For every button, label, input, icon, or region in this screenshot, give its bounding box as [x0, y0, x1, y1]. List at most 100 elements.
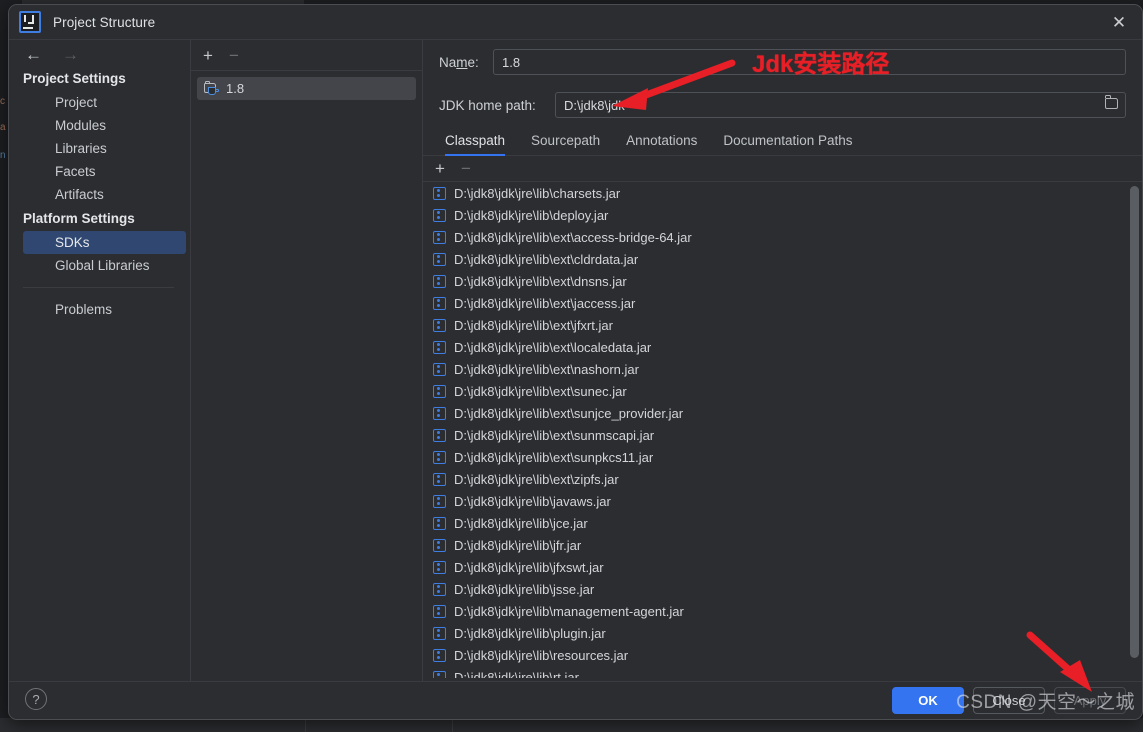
classpath-row[interactable]: D:\jdk8\jdk\jre\lib\ext\sunpkcs11.jar	[423, 446, 1142, 468]
jar-icon	[433, 472, 446, 486]
classpath-row-label: D:\jdk8\jdk\jre\lib\ext\access-bridge-64…	[454, 229, 692, 245]
screen: c a n Project Structure ✕ ← → Project Se…	[0, 0, 1143, 732]
sdk-detail-panel: Name: 1.8 JDK home path: D:\jdk8\jdk Cla…	[423, 40, 1142, 681]
jar-icon	[433, 582, 446, 596]
classpath-row[interactable]: D:\jdk8\jdk\jre\lib\resources.jar	[423, 644, 1142, 666]
classpath-row[interactable]: D:\jdk8\jdk\jre\lib\ext\jaccess.jar	[423, 292, 1142, 314]
classpath-row[interactable]: D:\jdk8\jdk\jre\lib\ext\sunec.jar	[423, 380, 1142, 402]
jar-icon	[433, 296, 446, 310]
project-structure-dialog: Project Structure ✕ ← → Project Settings…	[8, 4, 1143, 720]
classpath-row-label: D:\jdk8\jdk\jre\lib\ext\zipfs.jar	[454, 471, 619, 487]
close-icon[interactable]: ✕	[1096, 5, 1142, 40]
watermark: CSDN @天空～之城	[956, 692, 1135, 713]
sidebar-item-facets[interactable]: Facets	[9, 160, 190, 183]
classpath-row[interactable]: D:\jdk8\jdk\jre\lib\rt.jar	[423, 666, 1142, 678]
classpath-row-label: D:\jdk8\jdk\jre\lib\ext\jfxrt.jar	[454, 317, 613, 333]
classpath-row[interactable]: D:\jdk8\jdk\jre\lib\management-agent.jar	[423, 600, 1142, 622]
jdk-home-path-label: JDK home path:	[439, 97, 536, 113]
sdk-list-item-1.8[interactable]: 1.8	[197, 77, 416, 100]
classpath-row[interactable]: D:\jdk8\jdk\jre\lib\plugin.jar	[423, 622, 1142, 644]
jar-icon	[433, 428, 446, 442]
sidebar-item-problems[interactable]: Problems	[9, 298, 190, 321]
classpath-row[interactable]: D:\jdk8\jdk\jre\lib\ext\access-bridge-64…	[423, 226, 1142, 248]
help-icon[interactable]: ?	[25, 688, 47, 710]
add-classpath-icon[interactable]: +	[435, 160, 445, 177]
classpath-row[interactable]: D:\jdk8\jdk\jre\lib\ext\sunmscapi.jar	[423, 424, 1142, 446]
classpath-row[interactable]: D:\jdk8\jdk\jre\lib\jce.jar	[423, 512, 1142, 534]
ok-button[interactable]: OK	[892, 687, 964, 714]
tab-annotations[interactable]: Annotations	[626, 133, 697, 156]
classpath-row[interactable]: D:\jdk8\jdk\jre\lib\ext\dnsns.jar	[423, 270, 1142, 292]
intellij-idea-icon	[19, 11, 41, 33]
classpath-row[interactable]: D:\jdk8\jdk\jre\lib\charsets.jar	[423, 182, 1142, 204]
dialog-body: ← → Project Settings Project Modules Lib…	[9, 40, 1142, 681]
add-sdk-icon[interactable]: +	[203, 47, 213, 64]
classpath-row-label: D:\jdk8\jdk\jre\lib\jfxswt.jar	[454, 559, 604, 575]
sdk-detail-tabs: Classpath Sourcepath Annotations Documen…	[423, 126, 1142, 156]
classpath-row-label: D:\jdk8\jdk\jre\lib\charsets.jar	[454, 185, 621, 201]
folder-browse-icon[interactable]	[1104, 95, 1118, 109]
classpath-row[interactable]: D:\jdk8\jdk\jre\lib\javaws.jar	[423, 490, 1142, 512]
sdk-list-toolbar: + −	[191, 40, 422, 71]
classpath-row-label: D:\jdk8\jdk\jre\lib\ext\cldrdata.jar	[454, 251, 639, 267]
sidebar-item-project[interactable]: Project	[9, 91, 190, 114]
classpath-row[interactable]: D:\jdk8\jdk\jre\lib\deploy.jar	[423, 204, 1142, 226]
sidebar-item-modules[interactable]: Modules	[9, 114, 190, 137]
jar-icon	[433, 340, 446, 354]
remove-classpath-icon[interactable]: −	[461, 160, 471, 177]
classpath-row-label: D:\jdk8\jdk\jre\lib\ext\nashorn.jar	[454, 361, 639, 377]
jdk-home-path-input[interactable]: D:\jdk8\jdk	[555, 92, 1126, 118]
classpath-row[interactable]: D:\jdk8\jdk\jre\lib\ext\localedata.jar	[423, 336, 1142, 358]
jar-icon	[433, 274, 446, 288]
name-mnemonic: m	[456, 54, 468, 70]
jdk-folder-icon	[204, 80, 219, 96]
tab-classpath[interactable]: Classpath	[445, 133, 506, 156]
classpath-row[interactable]: D:\jdk8\jdk\jre\lib\jsse.jar	[423, 578, 1142, 600]
remove-sdk-icon[interactable]: −	[229, 47, 239, 64]
jar-icon	[433, 538, 446, 552]
nav-group-platform-settings: Platform Settings	[23, 211, 135, 226]
classpath-row[interactable]: D:\jdk8\jdk\jre\lib\ext\jfxrt.jar	[423, 314, 1142, 336]
jar-icon	[433, 230, 446, 244]
classpath-row[interactable]: D:\jdk8\jdk\jre\lib\jfr.jar	[423, 534, 1142, 556]
jar-icon	[433, 186, 446, 200]
jar-icon	[433, 318, 446, 332]
classpath-scrollbar-thumb[interactable]	[1130, 186, 1139, 658]
forward-icon[interactable]: →	[62, 46, 79, 63]
sidebar-item-global-libraries[interactable]: Global Libraries	[9, 254, 190, 277]
classpath-toolbar: + −	[423, 156, 1142, 182]
classpath-row-label: D:\jdk8\jdk\jre\lib\ext\dnsns.jar	[454, 273, 627, 289]
classpath-row[interactable]: D:\jdk8\jdk\jre\lib\jfxswt.jar	[423, 556, 1142, 578]
classpath-row[interactable]: D:\jdk8\jdk\jre\lib\ext\nashorn.jar	[423, 358, 1142, 380]
jar-icon	[433, 252, 446, 266]
classpath-list[interactable]: D:\jdk8\jdk\jre\lib\charsets.jar D:\jdk8\…	[423, 182, 1142, 678]
tab-documentation-paths[interactable]: Documentation Paths	[723, 133, 852, 156]
classpath-row-label: D:\jdk8\jdk\jre\lib\plugin.jar	[454, 625, 606, 641]
classpath-row-label: D:\jdk8\jdk\jre\lib\jsse.jar	[454, 581, 595, 597]
classpath-row[interactable]: D:\jdk8\jdk\jre\lib\ext\zipfs.jar	[423, 468, 1142, 490]
sidebar-item-sdks[interactable]: SDKs	[23, 231, 186, 254]
jar-icon	[433, 450, 446, 464]
classpath-row-label: D:\jdk8\jdk\jre\lib\resources.jar	[454, 647, 629, 663]
jar-icon	[433, 670, 446, 678]
nav-group-project-settings: Project Settings	[23, 71, 126, 86]
classpath-row[interactable]: D:\jdk8\jdk\jre\lib\ext\cldrdata.jar	[423, 248, 1142, 270]
jar-icon	[433, 604, 446, 618]
classpath-scrollbar[interactable]	[1130, 186, 1139, 674]
classpath-row-label: D:\jdk8\jdk\jre\lib\ext\sunjce_provider.…	[454, 405, 684, 421]
tab-sourcepath[interactable]: Sourcepath	[531, 133, 600, 156]
background-status-divider	[305, 718, 306, 732]
sidebar-item-artifacts[interactable]: Artifacts	[9, 183, 190, 206]
jar-icon	[433, 494, 446, 508]
sdk-list-panel: + − 1.8	[191, 40, 423, 681]
classpath-row-label: D:\jdk8\jdk\jre\lib\ext\sunmscapi.jar	[454, 427, 655, 443]
background-status-divider	[452, 718, 453, 732]
classpath-row[interactable]: D:\jdk8\jdk\jre\lib\ext\sunjce_provider.…	[423, 402, 1142, 424]
jar-icon	[433, 516, 446, 530]
annotation-jdk-path-note: Jdk安装路径	[752, 51, 890, 78]
name-input-value: 1.8	[502, 54, 521, 70]
jar-icon	[433, 560, 446, 574]
jar-icon	[433, 384, 446, 398]
back-icon[interactable]: ←	[25, 46, 42, 63]
sidebar-item-libraries[interactable]: Libraries	[9, 137, 190, 160]
